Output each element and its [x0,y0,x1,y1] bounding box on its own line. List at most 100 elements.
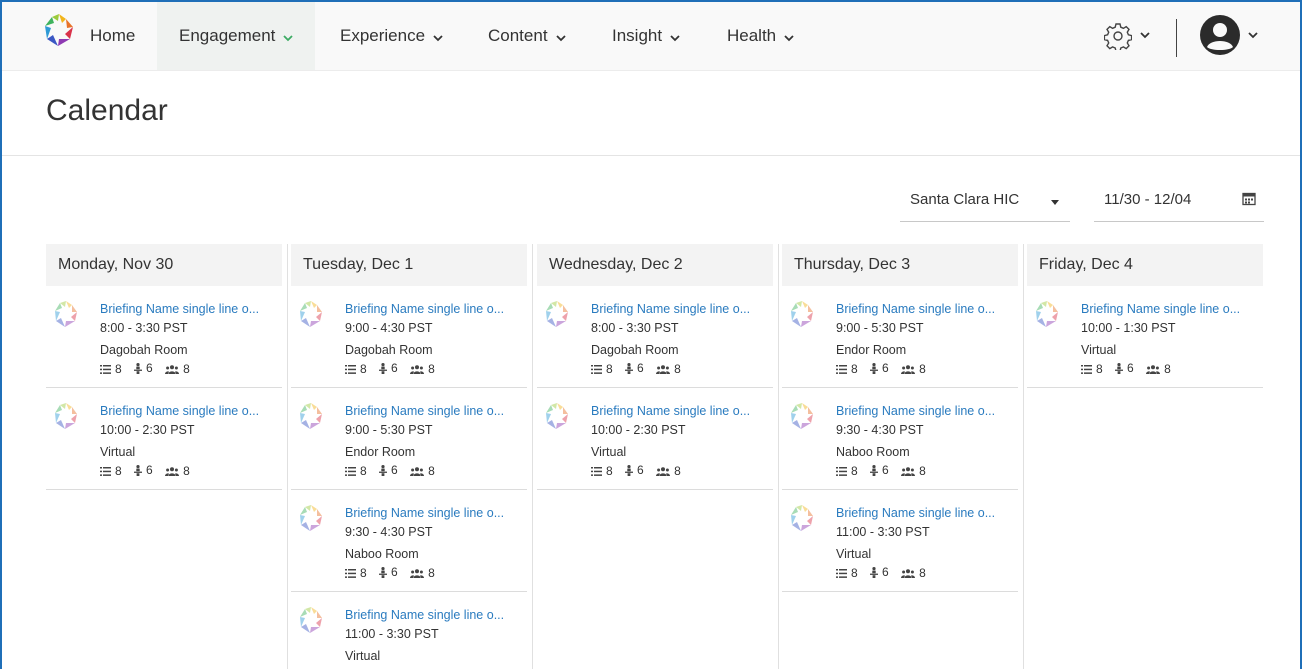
briefing-name-link[interactable]: Briefing Name single line o... [100,404,280,418]
nav-experience[interactable]: Experience [340,2,443,70]
agenda-count: 8 [836,566,858,580]
briefing-room: Endor Room [836,343,907,357]
briefing-name-link[interactable]: Briefing Name single line o... [345,506,525,520]
briefing-name-link[interactable]: Briefing Name single line o... [1081,302,1261,316]
briefing-time: 11:00 - 3:30 PST [836,525,930,539]
nav-engagement-label: Engagement [179,26,276,45]
briefing-name-link[interactable]: Briefing Name single line o... [591,404,771,418]
briefing-event[interactable]: Briefing Name single line o... 8:00 - 3:… [537,286,773,388]
briefing-stats: 8 6 8 [345,361,444,377]
brand-logo-icon[interactable] [44,13,74,47]
briefing-name-link[interactable]: Briefing Name single line o... [836,404,1016,418]
briefing-name-link[interactable]: Briefing Name single line o... [591,302,771,316]
attendees-icon [656,364,671,374]
briefing-event[interactable]: Briefing Name single line o... 9:00 - 4:… [291,286,527,388]
briefing-event[interactable]: Briefing Name single line o... 9:30 - 4:… [782,388,1018,490]
briefing-event[interactable]: Briefing Name single line o... 9:00 - 5:… [782,286,1018,388]
date-range-value: 11/30 - 12/04 [1104,191,1192,208]
briefing-name-link[interactable]: Briefing Name single line o... [100,302,280,316]
presenter-count-value: 6 [882,565,889,579]
presenter-count-value: 6 [391,565,398,579]
chevron-down-icon [784,3,794,71]
presenter-icon [625,464,634,476]
briefing-event[interactable]: Briefing Name single line o... 9:30 - 4:… [291,490,527,592]
day-header: Wednesday, Dec 2 [537,244,773,286]
presenter-icon [870,566,879,578]
briefing-name-link[interactable]: Briefing Name single line o... [345,608,525,622]
attendee-count-value: 8 [428,362,435,376]
attendee-count-value: 8 [183,362,190,376]
attendee-count-value: 8 [1164,362,1171,376]
list-icon [100,364,111,374]
briefing-time: 9:00 - 5:30 PST [345,423,433,437]
attendee-count-value: 8 [919,362,926,376]
attendees-icon [410,568,425,578]
attendee-count: 8 [1146,362,1171,376]
attendee-count-value: 8 [674,362,681,376]
briefing-event[interactable]: Briefing Name single line o... 9:00 - 5:… [291,388,527,490]
briefing-name-link[interactable]: Briefing Name single line o... [836,302,1016,316]
briefing-stats: 8 6 8 [591,361,690,377]
briefing-event[interactable]: Briefing Name single line o... 11:00 - 3… [291,592,527,669]
presenter-count-value: 6 [882,361,889,375]
nav-health-label: Health [727,26,777,45]
attendee-count: 8 [656,362,681,376]
attendees-icon [901,466,916,476]
nav-insight[interactable]: Insight [612,2,680,70]
briefing-stats: 8 6 8 [100,463,199,479]
briefing-event[interactable]: Briefing Name single line o... 11:00 - 3… [782,490,1018,592]
presenter-count-value: 6 [146,361,153,375]
presenter-count: 6 [379,565,398,579]
presenter-count: 6 [134,463,153,477]
briefing-time: 9:00 - 4:30 PST [345,321,433,335]
agenda-count: 8 [591,362,613,376]
briefing-event[interactable]: Briefing Name single line o... 10:00 - 2… [537,388,773,490]
briefing-event[interactable]: Briefing Name single line o... 10:00 - 2… [46,388,282,490]
header-divider [2,155,1300,156]
chevron-down-icon[interactable] [1248,32,1258,39]
nav-home[interactable]: Home [90,2,135,70]
presenter-count: 6 [870,565,889,579]
chevron-down-icon[interactable] [1140,32,1150,39]
presenter-count-value: 6 [391,361,398,375]
briefing-stats: 8 6 8 [345,463,444,479]
agenda-count: 8 [345,362,367,376]
chevron-down-icon [555,3,566,71]
location-select[interactable]: Santa Clara HIC [900,181,1070,222]
calendar-icon[interactable] [1242,191,1256,206]
list-icon [591,364,602,374]
date-range-picker[interactable]: 11/30 - 12/04 [1094,181,1264,222]
attendee-count: 8 [410,362,435,376]
agenda-count-value: 8 [606,464,613,478]
presenter-count: 6 [870,361,889,375]
briefing-stats: 8 6 8 [591,463,690,479]
briefing-event[interactable]: Briefing Name single line o... 8:00 - 3:… [46,286,282,388]
day-column: Tuesday, Dec 1 Briefing Name single line… [291,244,527,669]
briefing-room: Virtual [345,649,381,663]
day-header: Friday, Dec 4 [1027,244,1263,286]
list-icon [345,568,356,578]
attendee-count: 8 [410,566,435,580]
agenda-count-value: 8 [851,464,858,478]
day-column: Monday, Nov 30 Briefing Name single line… [46,244,282,669]
nav-experience-label: Experience [340,26,426,45]
user-avatar-icon[interactable] [1200,15,1240,55]
gear-icon[interactable] [1104,22,1132,50]
day-column: Wednesday, Dec 2 Briefing Name single li… [537,244,773,669]
presenter-count: 6 [625,463,644,477]
briefing-logo-icon [55,301,77,327]
briefing-event[interactable]: Briefing Name single line o... 10:00 - 1… [1027,286,1263,388]
briefing-name-link[interactable]: Briefing Name single line o... [345,404,525,418]
briefing-stats: 8 6 8 [1081,361,1180,377]
briefing-room: Dagobah Room [591,343,679,357]
attendees-icon [901,364,916,374]
briefing-time: 8:00 - 3:30 PST [100,321,188,335]
presenter-icon [870,362,879,374]
nav-content[interactable]: Content [488,2,566,70]
nav-engagement[interactable]: Engagement [157,2,316,70]
nav-health[interactable]: Health [727,2,794,70]
briefing-name-link[interactable]: Briefing Name single line o... [836,506,1016,520]
briefing-name-link[interactable]: Briefing Name single line o... [345,302,525,316]
agenda-count: 8 [836,464,858,478]
list-icon [345,364,356,374]
